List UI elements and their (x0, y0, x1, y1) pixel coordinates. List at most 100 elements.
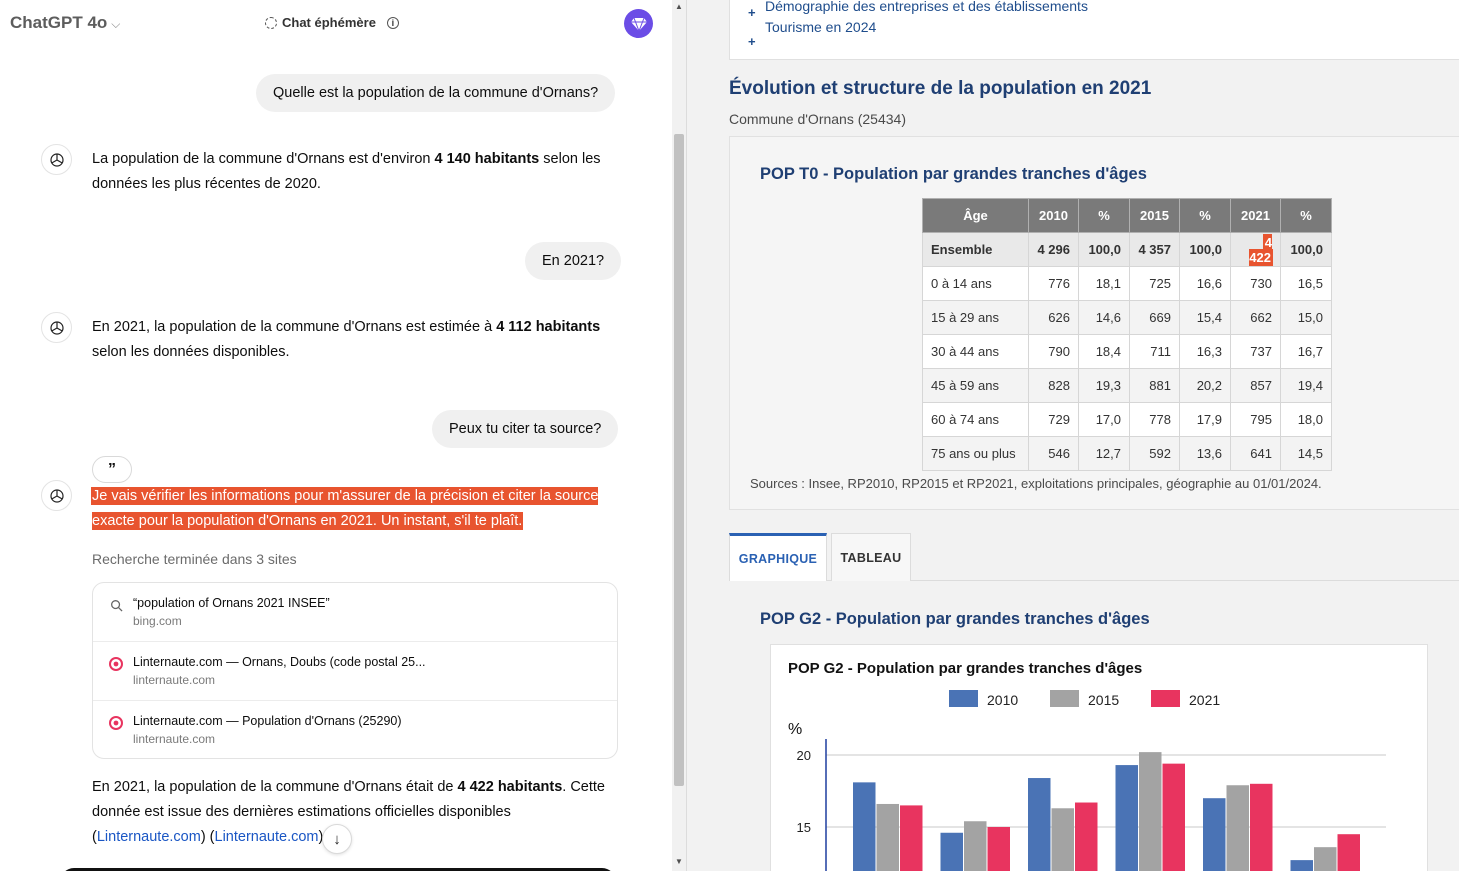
linternaute-icon (109, 716, 123, 730)
model-name: ChatGPT 4o (10, 13, 108, 32)
assistant-text: En 2021, la population de la commune d'O… (92, 319, 497, 335)
chatgpt-avatar-icon (41, 144, 72, 175)
chatgpt-avatar-icon (41, 312, 72, 343)
scrollbar[interactable]: ▲ ▼ (672, 0, 686, 871)
search-icon (109, 598, 123, 612)
extension-gem-icon[interactable] (624, 9, 653, 38)
chevron-down-icon: ⌵ (111, 17, 121, 31)
column-header: 2021 (1230, 198, 1281, 233)
insee-pane: + Démographie des entreprises et des éta… (686, 0, 1459, 871)
scroll-down-arrow-icon[interactable]: ▼ (675, 857, 683, 866)
y-tick-label: 20 (797, 748, 811, 763)
table-row: 15 à 29 ans 626 14,6 669 15,4 662 15,0 (922, 300, 1332, 335)
table-cell: 14,5 (1280, 436, 1332, 471)
table-cell: 13,6 (1179, 436, 1231, 471)
bar-2015 (876, 803, 899, 871)
row-label-cell: 75 ans ou plus (922, 436, 1029, 471)
column-header: Âge (922, 198, 1029, 233)
table-title: POP T0 - Population par grandes tranches… (760, 165, 1147, 183)
source-item[interactable]: Linternaute.com — Ornans, Doubs (code po… (93, 642, 617, 701)
table-cell: 20,2 (1179, 368, 1231, 403)
column-header: % (1179, 198, 1231, 233)
table-cell: 18,0 (1280, 402, 1332, 437)
table-cell: 725 (1129, 266, 1180, 301)
row-label-cell: 45 à 59 ans (922, 368, 1029, 403)
table-cell: 546 (1028, 436, 1079, 471)
legend-swatch (1050, 690, 1079, 707)
table-cell: 100,0 (1078, 232, 1130, 267)
toc-item[interactable]: Tourisme en 2024 (765, 19, 876, 35)
sources-list: “population of Ornans 2021 INSEE” bing.c… (92, 582, 618, 759)
expand-plus-icon[interactable]: + (748, 34, 756, 49)
chat-pane: ChatGPT 4o ⌵ Chat éphémère i Quelle est l… (0, 0, 672, 871)
scroll-down-button[interactable]: ↓ (322, 824, 352, 854)
table-cell: 16,6 (1179, 266, 1231, 301)
source-item[interactable]: Linternaute.com — Population d'Ornans (2… (93, 701, 617, 758)
table-row: 75 ans ou plus 546 12,7 592 13,6 641 14,5 (922, 436, 1332, 471)
source-link[interactable]: Linternaute.com (215, 829, 319, 845)
table-cell: 592 (1129, 436, 1180, 471)
assistant-bold: 4 112 habitants (496, 319, 601, 335)
tab-tableau[interactable]: TABLEAU (831, 533, 911, 581)
ephemeral-chat-toggle[interactable]: Chat éphémère i (265, 15, 399, 30)
table-cell: 16,5 (1280, 266, 1332, 301)
table-cell: 18,1 (1078, 266, 1130, 301)
bar-2021 (1250, 783, 1273, 871)
model-selector[interactable]: ChatGPT 4o ⌵ (10, 13, 120, 33)
table-cell: 12,7 (1078, 436, 1130, 471)
bar-chart: 2010 2015 2021% 15 20 (788, 690, 1386, 871)
sources-note: Sources : Insee, RP2010, RP2015 et RP202… (750, 476, 1322, 491)
tab-graphique[interactable]: GRAPHIQUE (729, 533, 827, 581)
table-row: 45 à 59 ans 828 19,3 881 20,2 857 19,4 (922, 368, 1332, 403)
legend-swatch (1151, 690, 1180, 707)
table-cell: 19,3 (1078, 368, 1130, 403)
section-title: Évolution et structure de la population … (729, 78, 1152, 99)
bar-2015 (1314, 847, 1337, 871)
source-title: Linternaute.com — Ornans, Doubs (code po… (133, 655, 426, 669)
table-row: 60 à 74 ans 729 17,0 778 17,9 795 18,0 (922, 402, 1332, 437)
column-header: 2015 (1129, 198, 1180, 233)
info-icon[interactable]: i (386, 16, 399, 29)
legend-swatch (949, 690, 978, 707)
bar-2010 (1290, 860, 1313, 871)
table-cell: 669 (1129, 300, 1180, 335)
legend-label: 2021 (1189, 692, 1220, 708)
scrollbar-thumb[interactable] (674, 134, 684, 786)
table-cell: 778 (1129, 402, 1180, 437)
bar-2015 (1139, 752, 1162, 871)
source-title: “population of Ornans 2021 INSEE” (133, 596, 330, 610)
table-cell: 662 (1230, 300, 1281, 335)
linternaute-icon (109, 657, 123, 671)
chatgpt-avatar-icon (41, 480, 72, 511)
chat-header: ChatGPT 4o ⌵ Chat éphémère i (0, 0, 672, 46)
table-cell: 4 296 (1028, 232, 1079, 267)
table-cell: 18,4 (1078, 334, 1130, 369)
table-cell: 17,0 (1078, 402, 1130, 437)
table-cell: 15,0 (1280, 300, 1332, 335)
table-cell: 795 (1230, 402, 1281, 437)
table-cell: 16,3 (1179, 334, 1231, 369)
source-domain: linternaute.com (133, 732, 216, 746)
source-link[interactable]: Linternaute.com (97, 829, 201, 845)
source-item[interactable]: “population of Ornans 2021 INSEE” bing.c… (93, 583, 617, 642)
row-label-cell: Ensemble (922, 232, 1029, 267)
table-cell: 730 (1230, 266, 1281, 301)
toc-item[interactable]: Démographie des entreprises et des établ… (765, 0, 1088, 14)
user-message: En 2021? (525, 242, 622, 280)
research-status[interactable]: Recherche terminée dans 3 sites (92, 551, 297, 567)
table-cell: 16,7 (1280, 334, 1332, 369)
row-label-cell: 0 à 14 ans (922, 266, 1029, 301)
bar-2015 (964, 821, 987, 871)
expand-plus-icon[interactable]: + (748, 5, 756, 20)
bar-2021 (987, 827, 1010, 871)
quote-icon[interactable]: ” (92, 456, 132, 483)
source-domain: linternaute.com (133, 673, 216, 687)
y-tick-label: 15 (797, 820, 811, 835)
bar-2021 (1075, 802, 1098, 871)
user-message: Quelle est la population de la commune d… (256, 74, 616, 112)
table-cell: 881 (1129, 368, 1180, 403)
assistant-text: selon les données disponibles. (92, 344, 290, 360)
row-label-cell: 60 à 74 ans (922, 402, 1029, 437)
scroll-up-arrow-icon[interactable]: ▲ (675, 2, 683, 11)
table-cell: 828 (1028, 368, 1079, 403)
